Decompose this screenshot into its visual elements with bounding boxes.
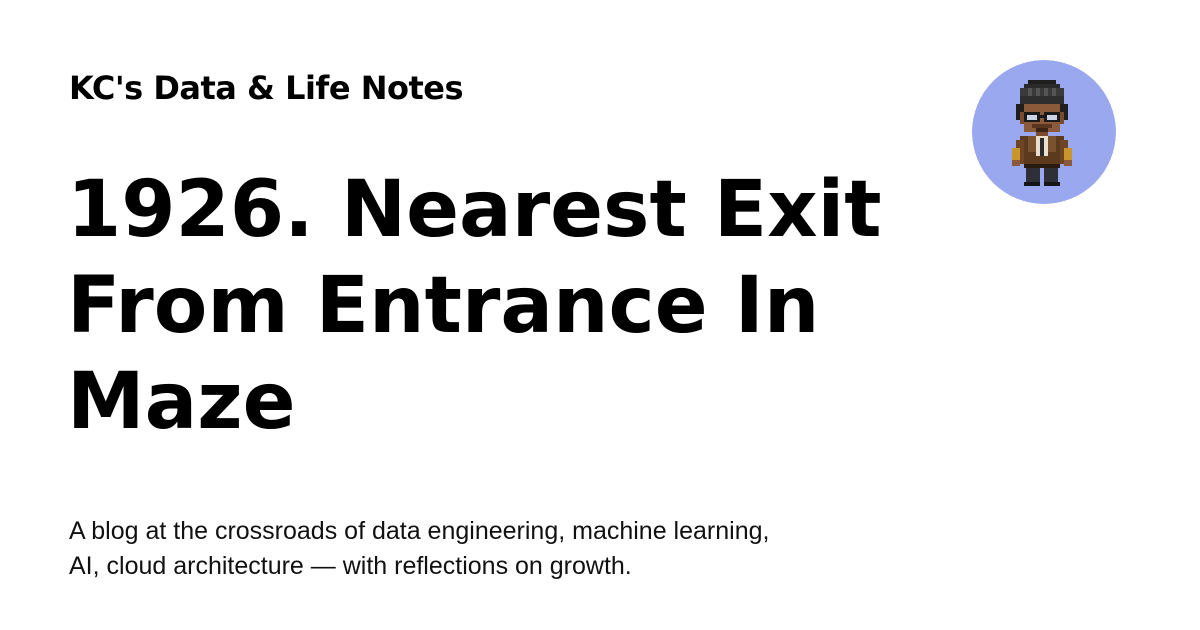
- blog-description-line-1: A blog at the crossroads of data enginee…: [69, 517, 770, 545]
- post-title-line-3: Maze: [67, 357, 296, 447]
- site-name: KC's Data & Life Notes: [69, 69, 464, 107]
- pixel-art-person-avatar-icon: [972, 60, 1116, 204]
- blog-description: A blog at the crossroads of data enginee…: [69, 514, 929, 584]
- avatar: [972, 60, 1116, 204]
- post-title-line-2: From Entrance In: [67, 261, 820, 351]
- post-title-line-1: 1926. Nearest Exit: [67, 165, 882, 255]
- post-title: 1926. Nearest Exit From Entrance In Maze: [67, 162, 927, 450]
- blog-description-line-2: AI, cloud architecture — with reflection…: [69, 552, 632, 580]
